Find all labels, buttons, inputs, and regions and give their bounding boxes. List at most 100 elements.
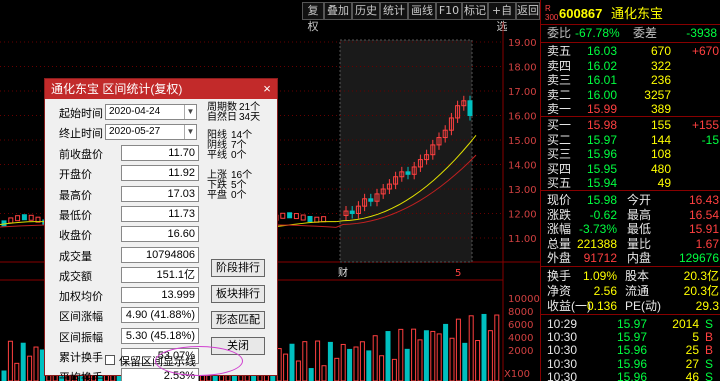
volume-bar [283, 353, 289, 381]
tick-row: 10:30 15.96 46 S [541, 369, 720, 381]
buy-row: 买五 15.94 49 [541, 175, 720, 191]
volume-bar [295, 360, 301, 381]
stat-value-2: 20.3亿 [683, 284, 719, 298]
stage-rank-button[interactable]: 阶段排行 [211, 259, 265, 277]
candle-body [21, 214, 27, 221]
toolbar-button-5[interactable]: F10 [436, 2, 462, 20]
volume-bar [481, 313, 487, 381]
stat2-row: 换手 1.09% 股本 20.3亿 [541, 268, 720, 284]
stat-value: 1.09% [582, 269, 617, 283]
highlight-oval [155, 346, 243, 376]
dialog-titlebar[interactable]: 通化东宝 区间统计(复权) × [45, 79, 277, 99]
sell-row: 卖五 16.03 670 +670 [541, 43, 720, 59]
toolbar-button-8[interactable]: 返回 [516, 2, 540, 20]
field-value: 151.1亿 [121, 266, 199, 283]
price-tick: 18.00 [508, 63, 537, 74]
sell-volume: 236 [650, 73, 671, 88]
field-label: 最高价 [59, 189, 92, 202]
volume-bar [391, 358, 397, 381]
stat-value-2: 16.43 [688, 193, 719, 207]
volume-unit: X100 [504, 369, 530, 380]
toolbar-button-3[interactable]: 统计 [380, 2, 408, 20]
pattern-match-button[interactable]: 形态匹配 [211, 311, 265, 329]
sector-rank-button[interactable]: 板块排行 [211, 285, 265, 303]
stat-label-2: 最低 [627, 222, 652, 237]
price-tick: 13.00 [508, 185, 537, 196]
field-value: 10794806 [121, 246, 199, 263]
toolbar-button-7[interactable]: +自选 [488, 2, 516, 33]
keep-range-checkbox[interactable] [105, 355, 115, 365]
stock-name: 通化东宝 [611, 6, 664, 21]
volume-bar [487, 330, 493, 381]
volume-bar [334, 357, 340, 381]
buy-price: 15.95 [586, 161, 617, 176]
volume-bar [359, 341, 365, 381]
toolbar-button-0[interactable]: 复权 [302, 2, 324, 33]
field-value: 5.30 (45.18%) [121, 327, 199, 344]
range-stats-dialog: 通化东宝 区间统计(复权) × 起始时间 2020-04-24 ▼ 终止时间 2… [44, 78, 278, 381]
stat-value-2: 20.3亿 [683, 269, 719, 283]
stat-label: 涨幅 [547, 222, 572, 237]
field-label: 前收盘价 [59, 149, 103, 161]
buy-label: 买二 [547, 132, 572, 147]
candle-body [15, 215, 21, 222]
field-value: 11.92 [121, 165, 199, 182]
buy-row: 买三 15.96 108 [541, 146, 720, 162]
sell-volume: 670 [650, 44, 671, 58]
sell-label: 卖一 [547, 102, 572, 117]
stock-header: R 300 600867 通化东宝 [541, 3, 720, 25]
sell-price: 16.01 [586, 73, 617, 88]
candle-body [300, 214, 306, 221]
stat-row: 外盘 91712 内盘 129676 [541, 250, 720, 266]
volume-bar [494, 314, 500, 381]
chevron-down-icon[interactable]: ▼ [184, 125, 196, 139]
volume-bar [321, 365, 327, 381]
start-date-value: 2020-04-24 [109, 106, 161, 117]
toolbar-button-1[interactable]: 叠加 [324, 2, 352, 20]
buy-row: 买四 15.95 480 [541, 161, 720, 177]
start-date-select[interactable]: 2020-04-24 ▼ [105, 104, 197, 120]
sell-row: 卖一 15.99 389 [541, 101, 720, 117]
weicha-value: -3938 [686, 26, 717, 40]
quote-panel: R 300 600867 通化东宝 委比 -67.78% 委差 -3938 卖五… [540, 0, 720, 381]
close-icon[interactable]: × [259, 81, 275, 97]
field-value: 17.03 [121, 185, 199, 202]
tick-volume: 46 [685, 369, 699, 381]
volume-bar [423, 330, 429, 381]
stat-value: 0.136 [586, 299, 617, 313]
volume-bar [385, 331, 391, 381]
volume-bar [1, 370, 7, 381]
weibi-value: -67.78% [575, 26, 620, 40]
volume-tick: 10000 [508, 294, 540, 305]
buy-label: 买四 [547, 161, 572, 176]
volume-bar [308, 368, 314, 381]
price-tick: 14.00 [508, 161, 537, 172]
stat-value-2: 15.91 [688, 222, 719, 237]
field-value: 16.60 [121, 226, 199, 243]
ping-label: 平线 [207, 150, 227, 161]
sell-price: 16.02 [586, 58, 617, 73]
end-date-select[interactable]: 2020-05-27 ▼ [105, 124, 197, 140]
toolbar-button-6[interactable]: 标记 [462, 2, 488, 20]
ping-value: 0个 [231, 150, 247, 161]
volume-bar [7, 340, 13, 381]
chevron-down-icon[interactable]: ▼ [184, 105, 196, 119]
field-value: 13.999 [121, 287, 199, 304]
volume-bar [366, 350, 372, 381]
stat-row: 涨跌 -0.62 最高 16.54 [541, 207, 720, 223]
volume-bar [302, 341, 308, 381]
sell-price: 16.00 [586, 87, 617, 102]
stat-label-2: 流通 [625, 284, 650, 298]
sell-change: +670 [691, 44, 719, 58]
divider [541, 314, 720, 315]
sell-row: 卖四 16.02 322 [541, 58, 720, 74]
volume-bar [475, 340, 481, 381]
toolbar-button-2[interactable]: 历史 [352, 2, 380, 20]
toolbar-button-4[interactable]: 画线 [408, 2, 436, 20]
sell-volume: 322 [650, 58, 671, 73]
stat-row: 现价 15.98 今开 16.43 [541, 192, 720, 208]
volume-tick: 6000 [508, 320, 533, 331]
stat-label-2: 内盘 [627, 251, 652, 266]
volume-bar [14, 362, 20, 381]
tick-price: 15.96 [617, 369, 648, 381]
